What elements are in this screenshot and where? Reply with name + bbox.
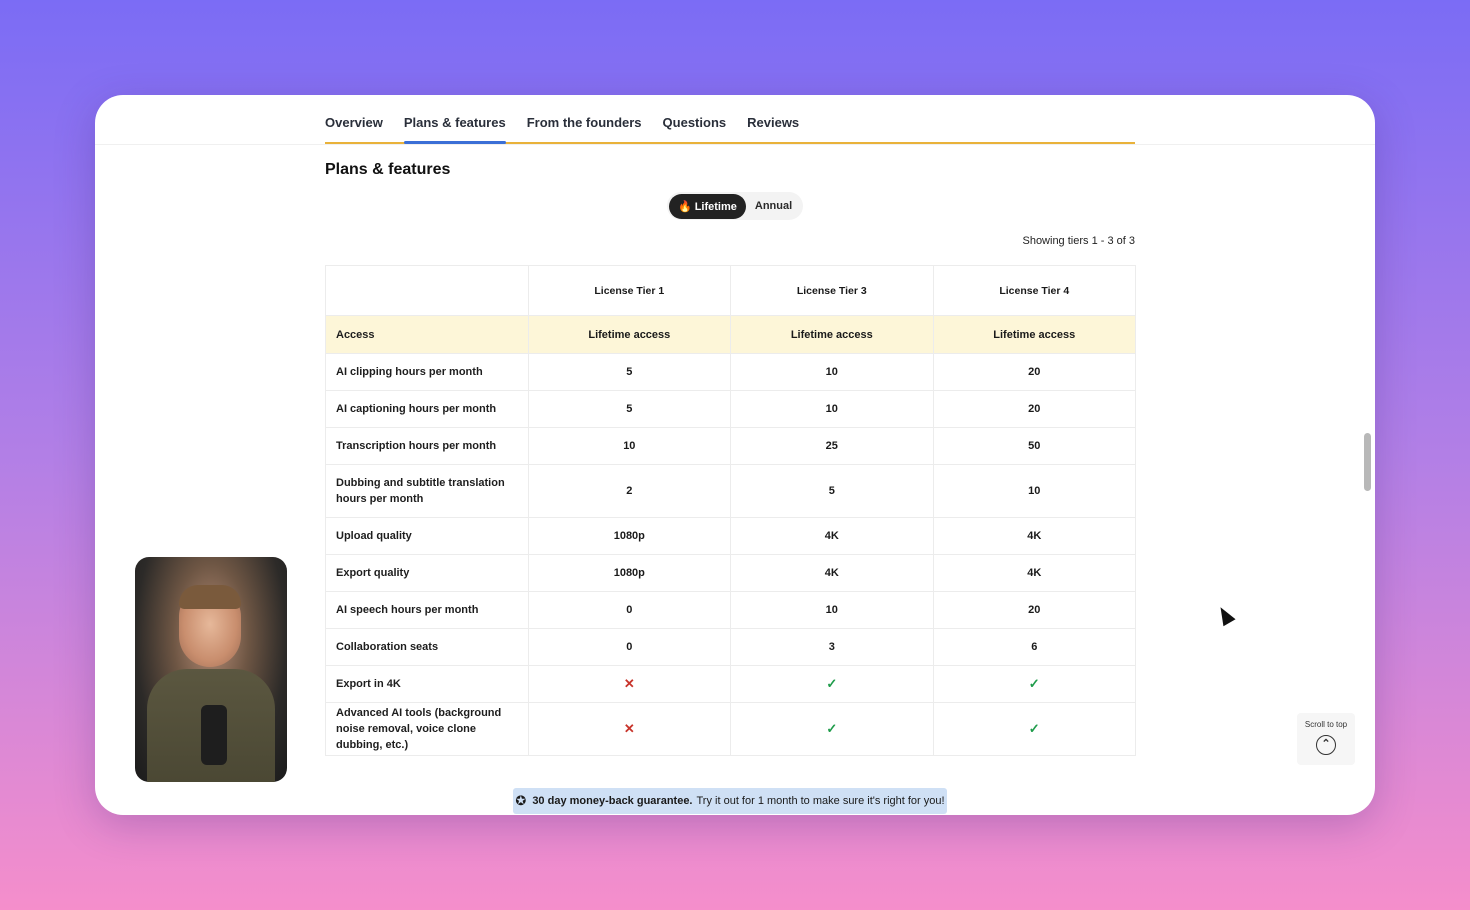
table-cell: 1080p [527, 517, 732, 555]
table-cell: 50 [932, 427, 1137, 465]
column-header: License Tier 4 [932, 265, 1137, 316]
feature-label: Advanced AI tools (background noise remo… [325, 702, 529, 756]
table-row: AI clipping hours per month 5 10 20 [325, 353, 1137, 391]
section-tabs: Overview Plans & features From the found… [325, 95, 1135, 144]
table-cell: Lifetime access [932, 315, 1137, 354]
table-cell: 20 [932, 390, 1137, 428]
table-cell: 10 [730, 591, 934, 629]
table-row-access: Access Lifetime access Lifetime access L… [325, 315, 1137, 354]
toggle-lifetime[interactable]: 🔥 Lifetime [669, 193, 746, 219]
table-cell: 10 [527, 427, 732, 465]
table-cell: 4K [730, 554, 934, 592]
feature-label: AI captioning hours per month [325, 390, 529, 428]
table-row: Export quality 1080p 4K 4K [325, 554, 1137, 592]
table-cell: 1080p [527, 554, 732, 592]
feature-label: Export quality [325, 554, 529, 592]
table-row: Transcription hours per month 10 25 50 [325, 427, 1137, 465]
divider [95, 144, 1375, 145]
cross-icon: ✕ [527, 702, 732, 756]
cross-icon: ✕ [527, 665, 732, 703]
table-cell: 3 [730, 628, 934, 666]
feature-label: AI speech hours per month [325, 591, 529, 629]
feature-label: Export in 4K [325, 665, 529, 703]
tab-questions[interactable]: Questions [663, 115, 727, 142]
table-cell: 5 [730, 464, 934, 518]
table-cell: 2 [527, 464, 732, 518]
guarantee-banner: ✪ 30 day money-back guarantee. Try it ou… [513, 788, 947, 814]
table-cell: 20 [932, 353, 1137, 391]
table-cell: 5 [527, 353, 732, 391]
table-cell: 10 [730, 353, 934, 391]
tiers-count: Showing tiers 1 - 3 of 3 [1022, 235, 1135, 247]
billing-toggle: 🔥 Lifetime Annual [667, 192, 804, 220]
table-row: Dubbing and subtitle translation hours p… [325, 464, 1137, 518]
table-row: Advanced AI tools (background noise remo… [325, 702, 1137, 756]
table-cell: 5 [527, 390, 732, 428]
tab-from-the-founders[interactable]: From the founders [527, 115, 642, 142]
microphone [201, 705, 227, 765]
section-title: Plans & features [325, 161, 451, 178]
guarantee-bold: 30 day money-back guarantee. [532, 795, 693, 807]
table-cell: 10 [730, 390, 934, 428]
feature-label: AI clipping hours per month [325, 353, 529, 391]
check-icon: ✓ [730, 665, 934, 703]
column-header: License Tier 1 [527, 265, 732, 316]
badge-icon: ✪ [515, 793, 527, 808]
table-cell: Lifetime access [527, 315, 732, 354]
video-figure [179, 585, 241, 609]
table-cell: Lifetime access [730, 315, 934, 354]
scroll-to-top-button[interactable]: Scroll to top ⌃ [1297, 713, 1355, 765]
tab-reviews[interactable]: Reviews [747, 115, 799, 142]
table-row: Upload quality 1080p 4K 4K [325, 517, 1137, 555]
tab-plans-features[interactable]: Plans & features [403, 115, 506, 144]
table-row: AI speech hours per month 0 10 20 [325, 591, 1137, 629]
feature-label: Collaboration seats [325, 628, 529, 666]
feature-label: Upload quality [325, 517, 529, 555]
toggle-lifetime-label: Lifetime [694, 200, 737, 213]
table-cell: 4K [932, 554, 1137, 592]
flame-icon: 🔥 [678, 200, 692, 213]
presenter-video[interactable] [135, 557, 287, 782]
table-row: Export in 4K ✕ ✓ ✓ [325, 665, 1137, 703]
check-icon: ✓ [730, 702, 934, 756]
guarantee-text: Try it out for 1 month to make sure it's… [696, 795, 945, 807]
table-cell: 0 [527, 628, 732, 666]
scrollbar[interactable] [1364, 433, 1371, 491]
browser-window: Overview Plans & features From the found… [95, 95, 1375, 815]
table-cell: 25 [730, 427, 934, 465]
table-cell: 20 [932, 591, 1137, 629]
column-header: License Tier 3 [730, 265, 934, 316]
feature-label: Transcription hours per month [325, 427, 529, 465]
table-row: AI captioning hours per month 5 10 20 [325, 390, 1137, 428]
toggle-annual[interactable]: Annual [746, 194, 801, 218]
feature-label: Dubbing and subtitle translation hours p… [325, 464, 529, 518]
feature-label: Access [325, 315, 529, 354]
table-cell: 6 [932, 628, 1137, 666]
scroll-to-top-label: Scroll to top [1304, 720, 1348, 729]
plans-table: License Tier 1 License Tier 3 License Ti… [325, 265, 1137, 756]
check-icon: ✓ [932, 702, 1137, 756]
table-cell: 0 [527, 591, 732, 629]
tab-overview[interactable]: Overview [325, 115, 383, 142]
table-cell: 4K [730, 517, 934, 555]
check-icon: ✓ [932, 665, 1137, 703]
table-cell: 4K [932, 517, 1137, 555]
table-row: Collaboration seats 0 3 6 [325, 628, 1137, 666]
chevron-up-icon: ⌃ [1316, 735, 1336, 755]
table-cell: 10 [932, 464, 1137, 518]
header-empty [325, 265, 529, 316]
